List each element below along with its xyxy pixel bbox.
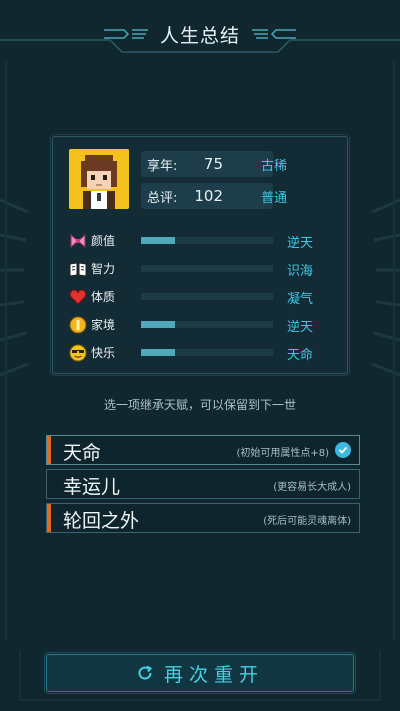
pixel-character-icon xyxy=(69,149,129,209)
title-left-ornament xyxy=(103,29,148,39)
coin-icon xyxy=(69,316,87,334)
sunglasses-icon xyxy=(69,344,87,362)
refresh-icon xyxy=(138,665,153,680)
attr-bar xyxy=(141,293,273,300)
attr-row-constitution: 体质 凝气 xyxy=(69,287,339,307)
attr-rank: 天命 xyxy=(287,348,314,363)
talent-accent-bar xyxy=(47,436,51,464)
score-label: 总评: xyxy=(147,190,178,206)
restart-button[interactable]: 再次重开 xyxy=(44,652,356,694)
talent-desc: (更容易长大成人) xyxy=(273,482,351,493)
check-icon xyxy=(335,442,351,458)
ribbon-icon xyxy=(70,233,86,249)
attr-row-appearance: 颜值 逆天 xyxy=(69,231,339,251)
attr-rank: 逆天 xyxy=(287,320,314,335)
attr-label: 体质 xyxy=(91,290,116,304)
attr-bar-fill xyxy=(141,349,176,356)
attr-rank: 逆天 xyxy=(287,236,314,251)
inherit-hint: 选一项继承天赋，可以保留到下一世 xyxy=(103,398,296,412)
title-right-ornament xyxy=(252,29,296,39)
age-rank: 古稀 xyxy=(261,159,288,174)
talent-option[interactable]: 天命 (初始可用属性点+8) xyxy=(46,435,360,465)
attr-rank: 凝气 xyxy=(287,292,314,307)
age-label: 享年: xyxy=(147,158,178,174)
score-value: 102 xyxy=(194,187,223,205)
talent-option[interactable]: 幸运儿 (更容易长大成人) xyxy=(46,469,360,499)
restart-label: 再次重开 xyxy=(163,663,264,686)
score-box: 总评: 102 xyxy=(141,183,273,209)
page-title: 人生总结 xyxy=(159,24,240,47)
attr-label: 快乐 xyxy=(91,346,116,360)
title-bar: 人生总结 xyxy=(0,18,400,50)
score-rank: 普通 xyxy=(261,191,288,206)
attr-bar xyxy=(141,349,273,356)
attr-rank: 识海 xyxy=(287,264,314,279)
age-box: 享年: 75 xyxy=(141,151,273,177)
age-value: 75 xyxy=(203,155,223,173)
heart-icon xyxy=(69,289,87,305)
attr-label: 智力 xyxy=(91,262,116,276)
attr-bar-fill xyxy=(141,237,176,244)
avatar xyxy=(69,149,129,209)
talent-desc: (初始可用属性点+8) xyxy=(236,448,329,459)
talent-accent-bar xyxy=(47,504,51,532)
talent-name: 幸运儿 xyxy=(63,476,121,498)
attr-bar xyxy=(141,321,273,328)
talent-desc: (死后可能灵魂离体) xyxy=(263,516,351,527)
attr-bar-fill xyxy=(141,321,176,328)
attr-row-intelligence: 智力 识海 xyxy=(69,259,339,279)
attr-bar xyxy=(141,237,273,244)
attr-label: 家境 xyxy=(91,318,116,332)
attr-bar xyxy=(141,265,273,272)
attr-label: 颜值 xyxy=(91,234,116,248)
attr-row-happiness: 快乐 天命 xyxy=(69,343,339,363)
attr-row-wealth: 家境 逆天 xyxy=(69,315,339,335)
talent-option[interactable]: 轮回之外 (死后可能灵魂离体) xyxy=(46,503,360,533)
talent-name: 轮回之外 xyxy=(63,510,140,532)
book-icon xyxy=(69,262,87,277)
summary-panel: 享年: 75 古稀 总评: 102 普通 颜值 逆天 智力 识海 体质 凝气 家… xyxy=(50,134,350,376)
talent-name: 天命 xyxy=(63,442,102,464)
